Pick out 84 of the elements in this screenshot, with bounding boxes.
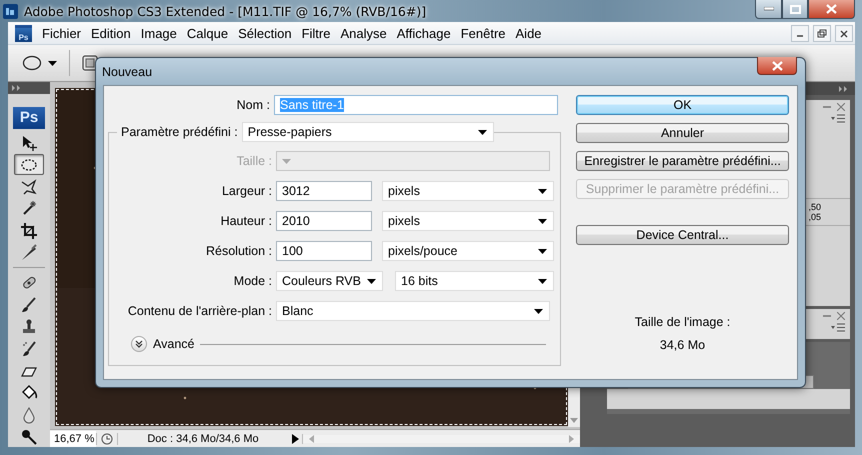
- pin-icon: [20, 428, 38, 446]
- app-logo: Ps: [15, 24, 32, 42]
- field-label: Mode :: [232, 274, 272, 288]
- dropdown-caret-icon: [478, 130, 487, 134]
- dialog-button[interactable]: OK: [576, 95, 789, 115]
- menu-item[interactable]: Fichier: [37, 24, 86, 42]
- dropdown[interactable]: pixels: [382, 181, 554, 201]
- image-size-value: 34,6 Mo: [660, 338, 706, 352]
- panel-value: ,50: [808, 202, 821, 212]
- dropdown-caret-icon: [538, 218, 547, 224]
- expand-toggle[interactable]: [131, 336, 147, 352]
- number-field[interactable]: 100: [276, 241, 372, 261]
- panel-value: ,05: [808, 212, 821, 222]
- close-button[interactable]: [757, 57, 797, 75]
- menu-item[interactable]: Aide: [510, 24, 547, 42]
- panel-menu-icon[interactable]: [831, 114, 845, 123]
- dialog-title: Nouveau: [102, 64, 152, 78]
- restore-icon[interactable]: [813, 24, 831, 42]
- close-icon: [826, 4, 837, 14]
- dropdown-caret-icon: [367, 278, 376, 284]
- field-value: Sans titre-1: [280, 98, 344, 112]
- menu-item[interactable]: Filtre: [296, 24, 336, 42]
- dropdown-caret-icon: [534, 308, 543, 314]
- field-label: Résolution :: [204, 244, 272, 258]
- image-size-label: Taille de l'image :: [634, 315, 730, 329]
- field-label: Taille :: [236, 154, 272, 168]
- field-label: Paramètre prédéfini :: [121, 125, 238, 139]
- number-field[interactable]: 2010: [276, 211, 372, 231]
- brush-icon: [20, 296, 38, 314]
- dropdown-caret-icon: [282, 158, 291, 164]
- stamp-icon: [20, 318, 38, 336]
- minimize-button[interactable]: [755, 0, 782, 19]
- window-title: Adobe Photoshop CS3 Extended - [M11.TIF @ 16,7% (RVB/16#)]: [24, 4, 426, 18]
- clock-icon[interactable]: [101, 432, 113, 444]
- ellipse-icon[interactable]: [22, 55, 42, 71]
- square-icon[interactable]: [82, 55, 98, 71]
- brush-icon: [20, 340, 38, 358]
- close-icon[interactable]: [835, 24, 853, 42]
- field-label: Largeur :: [220, 184, 272, 198]
- app-logo-icon: [3, 4, 18, 18]
- lasso-icon: [20, 178, 38, 196]
- app-logo: Ps: [13, 106, 45, 129]
- dropdown[interactable]: pixels: [382, 211, 554, 231]
- dropdown-caret-icon: [48, 60, 57, 66]
- dropdown-caret-icon: [538, 248, 547, 254]
- dropdown[interactable]: pixels/pouce: [382, 241, 554, 261]
- dialog-button[interactable]: Enregistrer le paramètre prédéfini...: [576, 151, 789, 171]
- field-label: Nom :: [236, 98, 270, 112]
- field-label: Hauteur :: [220, 214, 272, 228]
- dropdown[interactable]: Couleurs RVB: [276, 271, 383, 291]
- close-button[interactable]: [808, 0, 855, 19]
- menu-item[interactable]: Sélection: [233, 24, 297, 42]
- menu-item[interactable]: Affichage: [392, 24, 456, 42]
- play-icon[interactable]: [292, 434, 298, 444]
- close-icon: [772, 60, 782, 70]
- collapse-icon[interactable]: [839, 86, 849, 92]
- knife-icon: [20, 244, 38, 262]
- maximize-icon: [790, 4, 800, 14]
- dialog-button[interactable]: Device Central...: [576, 225, 789, 245]
- dropdown[interactable]: 16 bits: [395, 271, 554, 291]
- maximize-button[interactable]: [782, 0, 808, 19]
- section-label: Avancé: [153, 337, 194, 351]
- dropdown-caret-icon: [538, 278, 547, 284]
- dropdown[interactable]: Blanc: [276, 301, 550, 321]
- menu-item[interactable]: Image: [136, 24, 182, 42]
- dropdown-caret-icon: [538, 188, 547, 194]
- menu-item[interactable]: Fenêtre: [456, 24, 511, 42]
- chevron-icon: [135, 340, 143, 348]
- tool-button[interactable]: [14, 154, 44, 175]
- document-size: Doc : 34,6 Mo/34,6 Mo: [146, 432, 260, 444]
- collapse-icon[interactable]: [12, 84, 22, 91]
- zoom-field[interactable]: 16,67 %: [50, 430, 96, 446]
- dropdown[interactable]: Presse-papiers: [242, 122, 494, 142]
- dialog-button[interactable]: Annuler: [576, 123, 789, 143]
- menu-item[interactable]: Calque: [182, 24, 234, 42]
- number-field[interactable]: 3012: [276, 181, 372, 201]
- bucket-icon: [20, 384, 38, 402]
- minimize-icon: [764, 7, 774, 11]
- menu-item[interactable]: Analyse: [335, 24, 392, 42]
- panel-menu-icon[interactable]: [831, 323, 845, 332]
- crop-icon: [20, 222, 38, 240]
- field-label: Contenu de l'arrière-plan :: [126, 304, 272, 318]
- menu-item[interactable]: Edition: [86, 24, 136, 42]
- arrow-cross-icon: [20, 134, 38, 152]
